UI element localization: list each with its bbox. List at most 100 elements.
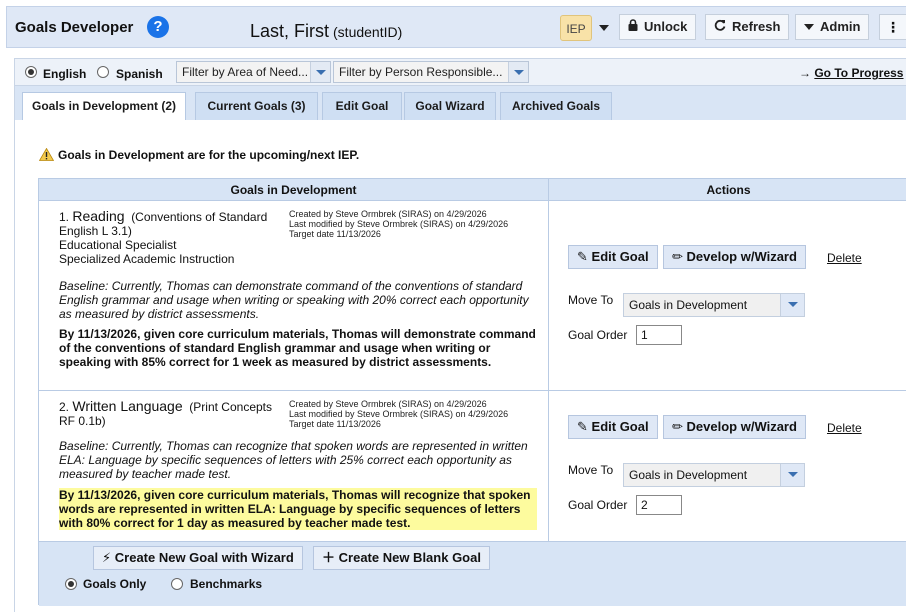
refresh-label: Refresh (732, 19, 781, 34)
table-footer: ⚡ Create New Goal with Wizard ＋ Create N… (39, 541, 906, 606)
goal-meta: Created by Steve Ormbrek (SIRAS) on 4/29… (289, 399, 508, 429)
goal-order-input[interactable]: 2 (636, 495, 682, 515)
move-to-label: Move To (568, 293, 614, 307)
plus-icon: ＋ (322, 550, 336, 565)
notice: Goals in Development are for the upcomin… (38, 147, 360, 164)
edit-goal-label: Edit Goal (591, 419, 649, 434)
tab-edit-goal[interactable]: Edit Goal (322, 92, 402, 120)
create-goal-wizard-button[interactable]: ⚡ Create New Goal with Wizard (93, 546, 303, 570)
goal-target-date: Target date 11/13/2026 (289, 419, 381, 429)
content-panel: Goals in Development are for the upcomin… (14, 120, 906, 612)
goal-meta: Created by Steve Ormbrek (SIRAS) on 4/29… (289, 209, 508, 239)
chevron-down-icon (780, 294, 804, 316)
edit-icon: ✎ (577, 249, 588, 264)
lock-icon (628, 15, 638, 39)
tab-bar: Goals in Development (2) Current Goals (… (14, 86, 906, 121)
row-divider (39, 390, 906, 391)
tab-goals-in-development[interactable]: Goals in Development (2) (22, 92, 186, 121)
radio-english[interactable] (25, 66, 37, 78)
goal-order-label: Goal Order (568, 328, 628, 342)
create-wizard-label: Create New Goal with Wizard (114, 550, 294, 565)
help-icon[interactable]: ? (147, 16, 169, 38)
goal-heading: 1. Reading (Conventions of Standard Engl… (59, 209, 285, 266)
goal-heading: 2. Written Language (Print Concepts RF 0… (59, 399, 285, 428)
unlock-label: Unlock (644, 19, 688, 34)
iep-badge[interactable]: IEP (560, 15, 592, 41)
goal-target-date: Target date 11/13/2026 (289, 229, 381, 239)
goal-order-input[interactable]: 1 (636, 325, 682, 345)
move-to-select[interactable]: Goals in Development (623, 463, 805, 487)
arrow-right-icon: → (799, 66, 811, 80)
radio-goals-only[interactable] (65, 578, 77, 590)
chevron-down-icon (310, 62, 330, 82)
tab-current-goals[interactable]: Current Goals (3) (195, 92, 318, 120)
area-filter-text: Filter by Area of Need... (182, 65, 309, 79)
person-responsible-filter[interactable]: Filter by Person Responsible... (333, 61, 529, 83)
app-header: Goals Developer ? Last, First (studentID)… (6, 6, 906, 48)
move-to-value: Goals in Development (629, 298, 748, 312)
chevron-down-icon[interactable] (599, 25, 609, 31)
app-title: Goals Developer (15, 19, 134, 36)
edit-icon: ✎ (577, 419, 588, 434)
student-id: (studentID) (333, 24, 403, 40)
student-name-text: Last, First (250, 21, 330, 41)
goal-number: 2. (59, 400, 70, 414)
chevron-down-icon (508, 62, 528, 82)
tab-goal-wizard[interactable]: Goal Wizard (404, 92, 496, 120)
goal-service: Specialized Academic Instruction (59, 252, 235, 266)
delete-link[interactable]: Delete (827, 421, 862, 435)
warning-icon (38, 147, 55, 164)
column-header-goals: Goals in Development (39, 179, 548, 201)
develop-wizard-button[interactable]: ✏ Develop w/Wizard (663, 245, 806, 269)
filter-bar: English Spanish Filter by Area of Need..… (14, 58, 906, 86)
move-to-value: Goals in Development (629, 468, 748, 482)
admin-button[interactable]: Admin (795, 14, 870, 40)
language-spanish-label[interactable]: Spanish (116, 67, 163, 81)
create-blank-goal-button[interactable]: ＋ Create New Blank Goal (313, 546, 490, 570)
goal-number: 1. (59, 210, 70, 224)
notice-text: Goals in Development are for the upcomin… (58, 148, 360, 162)
delete-link[interactable]: Delete (827, 251, 862, 265)
more-menu-icon[interactable]: ⋮ (879, 14, 906, 40)
edit-goal-button[interactable]: ✎ Edit Goal (568, 245, 658, 269)
goal-statement: By 11/13/2026, given core curriculum mat… (59, 488, 537, 530)
create-blank-label: Create New Blank Goal (338, 550, 481, 565)
goal-modified: Last modified by Steve Ormbrek (SIRAS) o… (289, 219, 509, 229)
edit-goal-label: Edit Goal (591, 249, 649, 264)
goal-created: Created by Steve Ormbrek (SIRAS) on 4/29… (289, 209, 487, 219)
benchmarks-label[interactable]: Benchmarks (190, 577, 262, 591)
language-english-label[interactable]: English (43, 67, 86, 81)
move-to-label: Move To (568, 463, 614, 477)
magic-wand-icon: ⚡ (102, 550, 112, 565)
person-filter-text: Filter by Person Responsible... (339, 65, 503, 79)
edit-goal-button[interactable]: ✎ Edit Goal (568, 415, 658, 439)
refresh-icon (714, 15, 726, 39)
radio-benchmarks[interactable] (171, 578, 183, 590)
chevron-down-icon (780, 464, 804, 486)
unlock-button[interactable]: Unlock (619, 14, 697, 40)
caret-down-icon (804, 15, 814, 39)
tab-archived-goals[interactable]: Archived Goals (500, 92, 612, 120)
student-name: Last, First (studentID) (250, 21, 402, 42)
goal-modified: Last modified by Steve Ormbrek (SIRAS) o… (289, 409, 509, 419)
goals-table: Goals in Development Actions 1. Reading … (38, 178, 906, 606)
pencil-icon: ✏ (672, 419, 683, 434)
goal-order-label: Goal Order (568, 498, 628, 512)
area-of-need-filter[interactable]: Filter by Area of Need... (176, 61, 331, 83)
radio-spanish[interactable] (97, 66, 109, 78)
pencil-icon: ✏ (672, 249, 683, 264)
goals-only-label[interactable]: Goals Only (83, 577, 146, 591)
goal-baseline: Baseline: Currently, Thomas can recogniz… (59, 439, 528, 481)
refresh-button[interactable]: Refresh (705, 14, 790, 40)
column-header-actions: Actions (549, 179, 906, 201)
develop-wizard-label: Develop w/Wizard (686, 249, 797, 264)
goal-created: Created by Steve Ormbrek (SIRAS) on 4/29… (289, 399, 487, 409)
go-to-progress-link[interactable]: → Go To Progress (799, 66, 903, 80)
goal-statement: By 11/13/2026, given core curriculum mat… (59, 327, 536, 369)
goal-area: Written Language (72, 398, 183, 414)
develop-wizard-button[interactable]: ✏ Develop w/Wizard (663, 415, 806, 439)
goal-provider: Educational Specialist (59, 238, 177, 252)
move-to-select[interactable]: Goals in Development (623, 293, 805, 317)
goal-area: Reading (72, 208, 125, 224)
goal-baseline: Baseline: Currently, Thomas can demonstr… (59, 279, 529, 321)
